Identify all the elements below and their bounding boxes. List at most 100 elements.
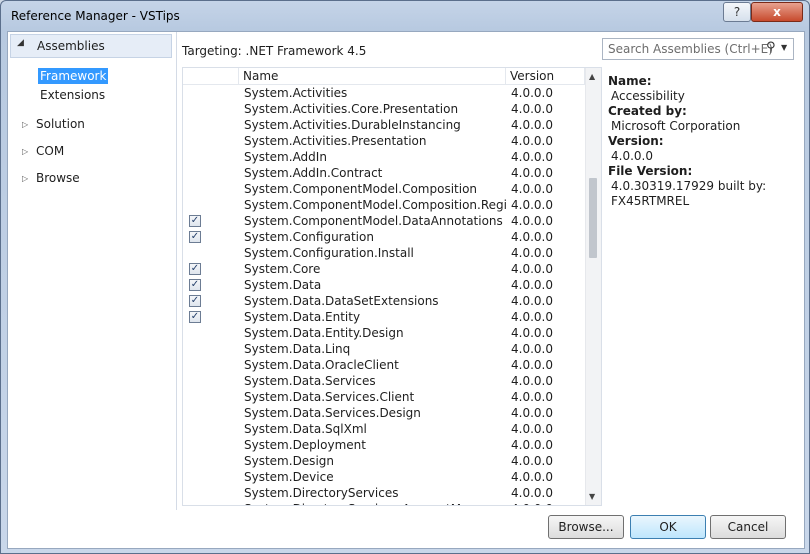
detail-version-value: 4.0.0.0 — [611, 149, 653, 163]
assembly-version: 4.0.0.0 — [511, 294, 553, 308]
table-row[interactable]: System.Activities.Core.Presentation 4.0.0… — [183, 101, 585, 117]
assembly-version: 4.0.0.0 — [511, 438, 553, 452]
table-row[interactable]: System.Data.Services.Client 4.0.0.0 — [183, 389, 585, 405]
assembly-version: 4.0.0.0 — [511, 310, 553, 324]
dialog-client: ◢ Assemblies Framework Extensions ▷ Solu… — [7, 31, 805, 549]
table-row[interactable]: System.Activities.Presentation 4.0.0.0 — [183, 133, 585, 149]
assembly-version: 4.0.0.0 — [511, 214, 553, 228]
expanded-arrow-icon: ◢ — [17, 38, 24, 48]
assembly-version: 4.0.0.0 — [511, 422, 553, 436]
table-row[interactable]: ✓ System.Configuration 4.0.0.0 — [183, 229, 585, 245]
scroll-thumb[interactable] — [589, 178, 597, 258]
left-nav: ◢ Assemblies Framework Extensions ▷ Solu… — [8, 32, 177, 510]
table-row[interactable]: System.Activities 4.0.0.0 — [183, 85, 585, 101]
table-row[interactable]: System.Data.SqlXml 4.0.0.0 — [183, 421, 585, 437]
details-pane: Name: Accessibility Created by: Microsof… — [608, 74, 798, 209]
table-row[interactable]: System.ComponentModel.Composition 4.0.0.0 — [183, 181, 585, 197]
table-row[interactable]: ✓ System.ComponentModel.DataAnnotations 4.… — [183, 213, 585, 229]
table-row[interactable]: System.ComponentModel.Composition.Regist… — [183, 197, 585, 213]
assembly-version: 4.0.0.0 — [511, 406, 553, 420]
close-button[interactable]: x — [751, 2, 803, 22]
table-row[interactable]: System.DirectoryServices.AccountManageme… — [183, 501, 585, 505]
assembly-name: System.Data.Services — [244, 374, 376, 388]
detail-name-value: Accessibility — [611, 89, 685, 103]
assembly-name: System.AddIn.Contract — [244, 166, 383, 180]
nav-item-solution[interactable]: Solution — [36, 117, 85, 131]
search-box[interactable]: Search Assemblies (Ctrl+E) ⚲ ▼ — [602, 38, 794, 60]
table-row[interactable]: System.Data.Entity.Design 4.0.0.0 — [183, 325, 585, 341]
scroll-up-icon[interactable]: ▲ — [589, 72, 595, 81]
chevron-down-icon[interactable]: ▼ — [781, 43, 787, 52]
ok-button[interactable]: OK — [630, 515, 706, 539]
assembly-version: 4.0.0.0 — [511, 358, 553, 372]
nav-assemblies-header[interactable]: ◢ Assemblies — [10, 34, 172, 58]
collapsed-arrow-icon[interactable]: ▷ — [22, 147, 28, 156]
detail-name-label: Name: — [608, 74, 652, 88]
browse-button[interactable]: Browse... — [548, 515, 624, 539]
table-row[interactable]: System.Data.OracleClient 4.0.0.0 — [183, 357, 585, 373]
help-button[interactable]: ? — [723, 2, 751, 22]
list-header: Name Version — [183, 68, 601, 85]
header-name[interactable]: Name — [239, 68, 506, 84]
list-rows: System.Activities 4.0.0.0 System.Activitie… — [183, 85, 585, 505]
title-bar[interactable]: Reference Manager - VSTips ? x — [1, 1, 809, 31]
assembly-version: 4.0.0.0 — [511, 454, 553, 468]
assembly-name: System.Deployment — [244, 438, 366, 452]
nav-item-extensions[interactable]: Extensions — [40, 88, 105, 102]
table-row[interactable]: System.Data.Services.Design 4.0.0.0 — [183, 405, 585, 421]
row-checkbox[interactable]: ✓ — [189, 279, 201, 291]
nav-item-framework[interactable]: Framework — [38, 68, 109, 84]
table-row[interactable]: System.Design 4.0.0.0 — [183, 453, 585, 469]
assembly-name: System.ComponentModel.Composition — [244, 182, 478, 196]
scroll-down-icon[interactable]: ▼ — [589, 492, 595, 501]
assembly-version: 4.0.0.0 — [511, 374, 553, 388]
assembly-version: 4.0.0.0 — [511, 390, 553, 404]
table-row[interactable]: System.Deployment 4.0.0.0 — [183, 437, 585, 453]
row-checkbox[interactable]: ✓ — [189, 295, 201, 307]
nav-item-browse[interactable]: Browse — [36, 171, 80, 185]
table-row[interactable]: ✓ System.Core 4.0.0.0 — [183, 261, 585, 277]
search-icon[interactable]: ⚲ — [766, 40, 776, 55]
assembly-name: System.DirectoryServices.AccountManageme… — [244, 501, 506, 505]
row-checkbox[interactable]: ✓ — [189, 231, 201, 243]
table-row[interactable]: System.Data.Services 4.0.0.0 — [183, 373, 585, 389]
nav-assemblies-label: Assemblies — [37, 39, 105, 53]
table-row[interactable]: ✓ System.Data.DataSetExtensions 4.0.0.0 — [183, 293, 585, 309]
nav-item-com[interactable]: COM — [36, 144, 64, 158]
table-row[interactable]: System.AddIn 4.0.0.0 — [183, 149, 585, 165]
assembly-version: 4.0.0.0 — [511, 246, 553, 260]
vertical-scrollbar[interactable]: ▲ ▼ — [585, 68, 601, 505]
table-row[interactable]: ✓ System.Data.Entity 4.0.0.0 — [183, 309, 585, 325]
collapsed-arrow-icon[interactable]: ▷ — [22, 174, 28, 183]
reference-manager-window: Reference Manager - VSTips ? x ◢ Assembl… — [0, 0, 810, 554]
table-row[interactable]: System.AddIn.Contract 4.0.0.0 — [183, 165, 585, 181]
assembly-name: System.Data — [244, 278, 322, 292]
assembly-name: System.Data.SqlXml — [244, 422, 367, 436]
detail-created-value: Microsoft Corporation — [611, 119, 741, 133]
assembly-name: System.Data.Services.Design — [244, 406, 421, 420]
collapsed-arrow-icon[interactable]: ▷ — [22, 120, 28, 129]
row-checkbox[interactable]: ✓ — [189, 311, 201, 323]
assembly-name: System.DirectoryServices — [244, 486, 399, 500]
assembly-name: System.Configuration.Install — [244, 246, 414, 260]
table-row[interactable]: ✓ System.Data 4.0.0.0 — [183, 277, 585, 293]
table-row[interactable]: System.Data.Linq 4.0.0.0 — [183, 341, 585, 357]
assembly-name: System.Configuration — [244, 230, 374, 244]
table-row[interactable]: System.Configuration.Install 4.0.0.0 — [183, 245, 585, 261]
header-check-column — [183, 68, 239, 84]
search-input[interactable]: Search Assemblies (Ctrl+E) — [608, 42, 773, 56]
assembly-name: System.Activities.Core.Presentation — [244, 102, 459, 116]
assembly-name: System.ComponentModel.Composition.Regist… — [244, 198, 506, 212]
table-row[interactable]: System.DirectoryServices 4.0.0.0 — [183, 485, 585, 501]
table-row[interactable]: System.Activities.DurableInstancing 4.0.0… — [183, 117, 585, 133]
assembly-version: 4.0.0.0 — [511, 278, 553, 292]
row-checkbox[interactable]: ✓ — [189, 263, 201, 275]
assembly-list: Name Version System.Activities 4.0.0.0 Sys… — [182, 67, 602, 506]
row-checkbox[interactable]: ✓ — [189, 215, 201, 227]
window-title: Reference Manager - VSTips — [11, 9, 180, 23]
table-row[interactable]: System.Device 4.0.0.0 — [183, 469, 585, 485]
header-version[interactable]: Version — [506, 68, 585, 84]
cancel-button[interactable]: Cancel — [710, 515, 786, 539]
assembly-name: System.Activities.DurableInstancing — [244, 118, 461, 132]
assembly-name: System.Core — [244, 262, 321, 276]
